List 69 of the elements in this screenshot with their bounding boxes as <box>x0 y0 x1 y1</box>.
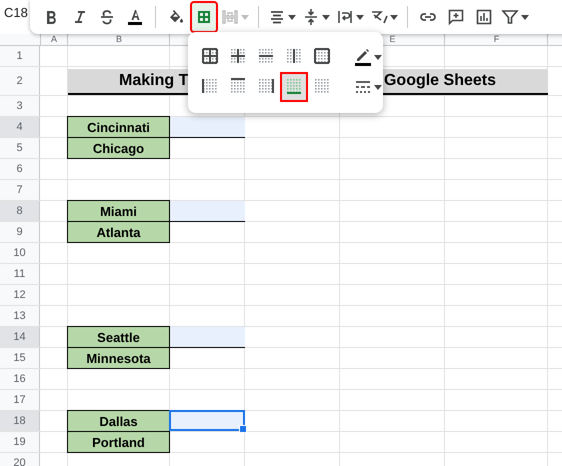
highlighted-cell[interactable] <box>170 117 245 138</box>
row-header[interactable]: 14 <box>0 327 40 347</box>
table-cell: Seattle <box>67 326 170 348</box>
line-style-icon <box>354 78 372 96</box>
row-header[interactable]: 12 <box>0 285 40 305</box>
row-header[interactable]: 17 <box>0 390 40 410</box>
row-header[interactable]: 2 <box>0 67 40 95</box>
row-header[interactable]: 13 <box>0 306 40 326</box>
text-rotation-icon <box>370 8 388 26</box>
row-header[interactable]: 18 <box>0 411 40 431</box>
row-header[interactable]: 7 <box>0 180 40 200</box>
row-header[interactable]: 16 <box>0 369 40 389</box>
text-wrap-icon <box>336 8 354 26</box>
vertical-align-icon <box>302 8 320 26</box>
filter-icon <box>501 8 519 26</box>
row-header[interactable]: 15 <box>0 348 40 368</box>
caret-icon <box>374 54 382 60</box>
caret-icon <box>374 84 382 90</box>
fill-handle[interactable] <box>239 425 247 433</box>
column-header[interactable]: F <box>494 34 500 45</box>
merge-cells-icon <box>221 8 239 26</box>
text-color-icon <box>126 8 144 26</box>
all-borders-icon <box>202 48 218 66</box>
caret-icon <box>521 14 529 20</box>
caret-icon <box>322 14 330 20</box>
borders-button[interactable] <box>191 2 217 32</box>
column-header[interactable]: E <box>389 34 396 45</box>
row-header[interactable]: 6 <box>0 159 40 179</box>
borders-icon <box>195 8 213 26</box>
column-header[interactable]: A <box>50 34 57 45</box>
row-header[interactable]: 5 <box>0 138 40 158</box>
active-cell[interactable] <box>169 410 245 431</box>
align-icon <box>268 8 286 26</box>
table-cell: Minnesota <box>67 347 170 369</box>
row-header[interactable]: 11 <box>0 264 40 284</box>
right-border-icon <box>258 78 274 96</box>
name-box[interactable]: C18 <box>0 0 28 20</box>
caret-icon <box>241 14 249 20</box>
table-cell: Atlanta <box>67 221 170 243</box>
row-header[interactable]: 3 <box>0 96 40 116</box>
highlighted-cell[interactable] <box>170 327 245 348</box>
row-header[interactable]: 8 <box>0 201 40 221</box>
row-header[interactable]: 10 <box>0 243 40 263</box>
title-text: Making T <box>118 72 188 90</box>
bottom-border-icon <box>286 78 302 96</box>
vertical-borders-icon <box>286 48 302 66</box>
row-header[interactable]: 4 <box>0 117 40 137</box>
comment-icon <box>447 8 465 26</box>
left-border-icon <box>202 78 218 96</box>
caret-icon <box>288 14 296 20</box>
outer-borders-icon <box>314 48 330 66</box>
table-cell: Cincinnati <box>67 116 170 138</box>
highlighted-cell[interactable] <box>170 201 245 222</box>
row-header[interactable]: 9 <box>0 222 40 242</box>
table-cell: Miami <box>67 200 170 222</box>
row-header[interactable]: 1 <box>0 46 40 66</box>
table-cell: Chicago <box>67 137 170 159</box>
row-header[interactable]: 20 <box>0 453 40 466</box>
pencil-icon <box>354 48 372 66</box>
table-cell: Portland <box>67 431 170 453</box>
caret-icon <box>390 14 398 20</box>
inner-borders-icon <box>230 48 246 66</box>
title-text: Google Sheets <box>384 72 497 90</box>
table-cell: Dallas <box>67 410 170 432</box>
row-header[interactable]: 19 <box>0 432 40 452</box>
strikethrough-icon <box>98 8 116 26</box>
caret-icon <box>356 14 364 20</box>
column-header[interactable]: B <box>116 34 122 45</box>
chart-icon <box>475 8 493 26</box>
